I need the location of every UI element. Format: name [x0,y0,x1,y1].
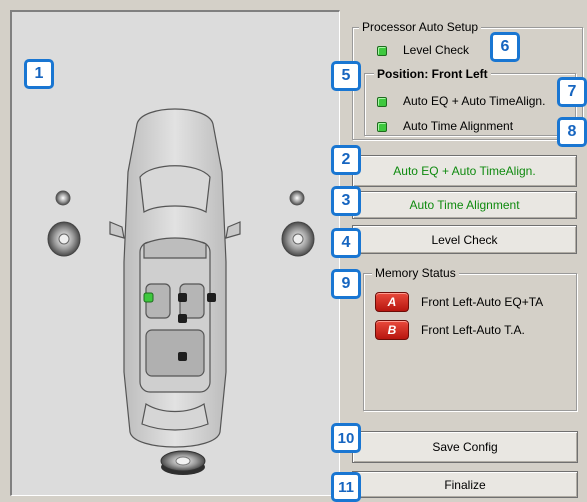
callout-badge-3: 3 [331,186,361,216]
car-diagram [47,108,315,475]
level-check-button[interactable]: Level Check [352,225,577,254]
mic-center [178,314,187,323]
callout-badge-2: 2 [331,145,361,175]
memory-slot-a-label: Front Left-Auto EQ+TA [421,295,544,309]
auto-ta-status-label: Auto Time Alignment [403,119,514,133]
callout-badge-10: 10 [331,423,361,453]
auto-time-alignment-button[interactable]: Auto Time Alignment [352,191,577,219]
auto-eq-ta-button[interactable]: Auto EQ + Auto TimeAlign. [352,155,577,187]
tweeter-right-icon [289,190,305,206]
save-config-button[interactable]: Save Config [352,431,578,463]
memory-slot-a[interactable]: A [375,292,409,312]
subwoofer-icon [160,450,206,475]
speaker-left-icon [47,221,81,257]
memory-slot-b-label: Front Left-Auto T.A. [421,323,525,337]
callout-badge-8: 8 [557,117,587,147]
callout-badge-6: 6 [490,32,520,62]
speaker-right-icon [281,221,315,257]
mic-front-left-active [143,292,154,303]
car-body [109,108,241,448]
callout-badge-7: 7 [557,77,587,107]
auto-eq-ta-status-label: Auto EQ + Auto TimeAlign. [403,94,546,108]
processor-auto-setup-title: Processor Auto Setup [359,20,482,34]
callout-badge-11: 11 [331,472,361,502]
level-check-status-label: Level Check [403,43,470,57]
callout-badge-4: 4 [331,228,361,258]
finalize-button[interactable]: Finalize [352,471,578,498]
callout-badge-9: 9 [331,269,361,299]
mic-rear [178,352,187,361]
callout-badge-5: 5 [331,61,361,91]
auto-ta-led-icon [377,122,387,132]
callout-badge-1: 1 [24,59,54,89]
tweeter-left-icon [55,190,71,206]
mic-front-right-2 [207,293,216,302]
auto-eq-ta-led-icon [377,97,387,107]
level-check-led-icon [377,46,387,56]
position-title: Position: Front Left [374,67,491,81]
memory-slot-b[interactable]: B [375,320,409,340]
memory-status-title: Memory Status [372,266,459,280]
mic-front-right [178,293,187,302]
car-view-panel [10,10,340,496]
